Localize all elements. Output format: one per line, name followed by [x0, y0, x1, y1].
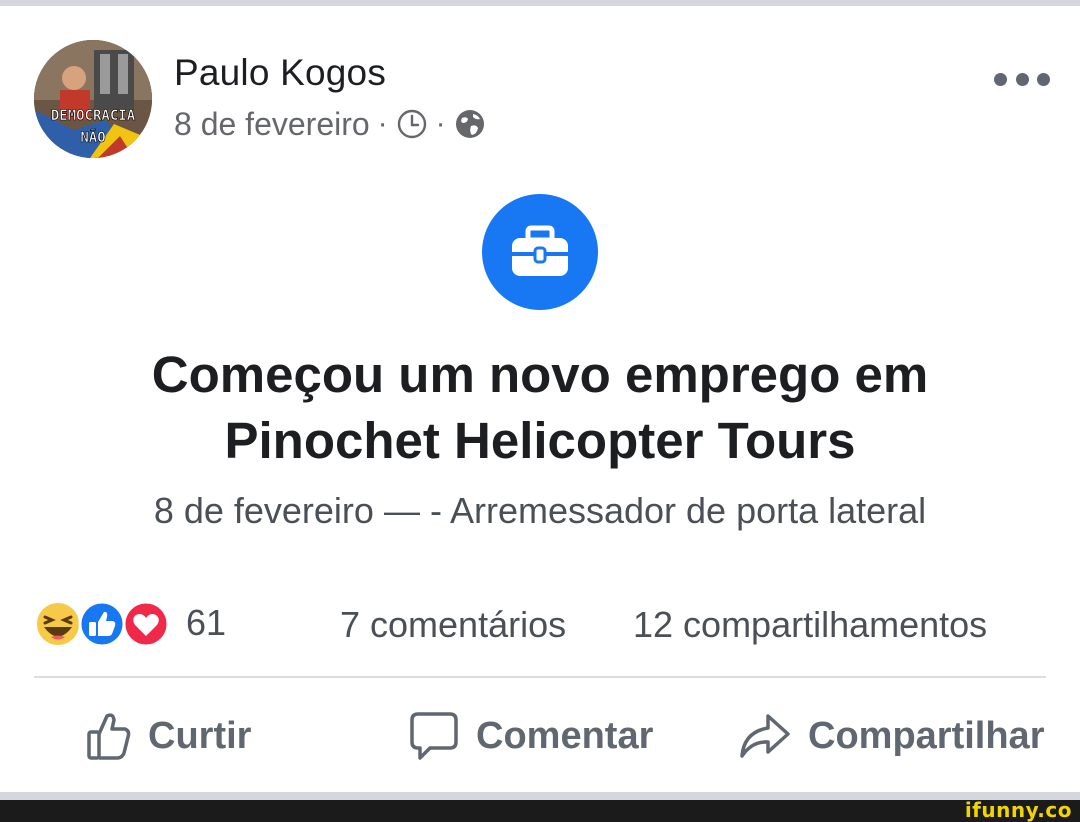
post-card: DEMOCRACIA NÃO Paulo Kogos 8 de fevereir…	[0, 6, 1080, 792]
avatar-caption-line1: DEMOCRACIA	[51, 108, 136, 124]
speech-bubble-icon	[408, 710, 460, 762]
haha-reaction-icon	[35, 601, 81, 647]
like-button[interactable]: Curtir	[86, 706, 251, 766]
author-name[interactable]: Paulo Kogos	[174, 52, 386, 94]
thumbs-up-icon	[86, 710, 132, 762]
bottom-border	[0, 792, 1080, 800]
share-button[interactable]: Compartilhar	[738, 706, 1044, 766]
life-event-subtitle: 8 de fevereiro — - Arremessador de porta…	[153, 490, 927, 531]
love-reaction-icon	[122, 600, 170, 648]
ifunny-watermark: ifunny.co	[964, 798, 1072, 822]
avatar-caption-line2: NÃO	[80, 129, 105, 146]
post-date[interactable]: 8 de fevereiro	[174, 106, 370, 143]
reactions-summary[interactable]: 61	[34, 598, 226, 648]
share-label: Compartilhar	[808, 714, 1045, 757]
like-reaction-icon	[78, 600, 126, 648]
comment-label: Comentar	[476, 714, 654, 757]
meta-separator: ·	[435, 107, 446, 140]
reaction-icons	[34, 598, 170, 648]
watermark-bar	[0, 800, 1080, 822]
meta-separator: ·	[377, 107, 388, 140]
briefcase-icon	[482, 194, 598, 310]
like-label: Curtir	[148, 714, 252, 757]
life-event-title: Começou um novo emprego em Pinochet Heli…	[151, 346, 929, 469]
share-arrow-icon	[738, 712, 792, 760]
globe-icon[interactable]	[454, 108, 486, 140]
post-meta: 8 de fevereiro · ·	[174, 104, 486, 144]
comment-button[interactable]: Comentar	[408, 706, 653, 766]
comments-count[interactable]: 7 comentários	[340, 604, 566, 646]
shares-count[interactable]: 12 compartilhamentos	[633, 604, 987, 646]
reaction-count: 61	[186, 602, 227, 643]
more-options-icon[interactable]	[994, 66, 1050, 92]
actions-divider	[34, 676, 1046, 678]
author-avatar[interactable]: DEMOCRACIA NÃO	[34, 40, 152, 158]
clock-icon	[396, 108, 428, 140]
